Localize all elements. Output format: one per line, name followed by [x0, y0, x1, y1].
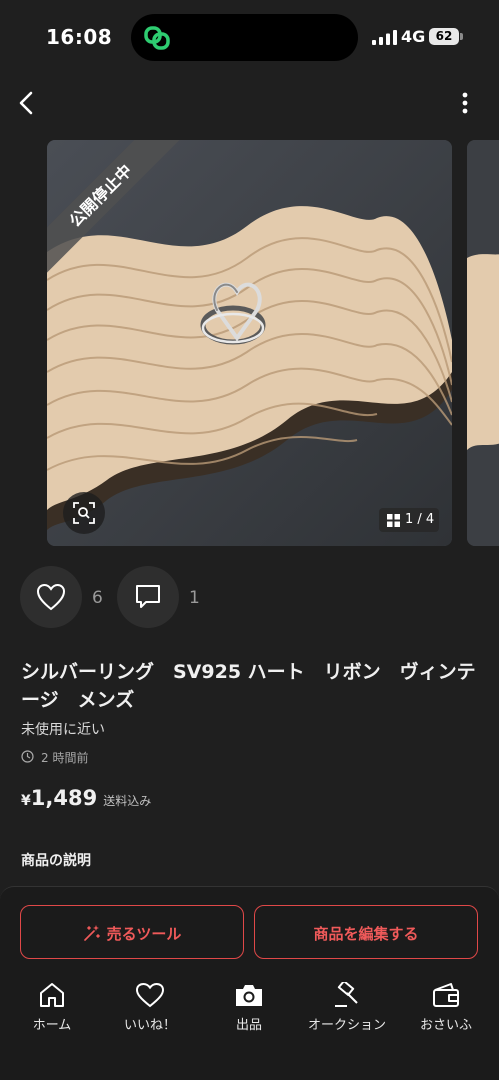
app-link-icon — [144, 26, 170, 50]
status-time: 16:08 — [46, 25, 113, 49]
image-search-button[interactable] — [63, 492, 105, 534]
tab-likes[interactable]: いいね！ — [105, 982, 195, 1033]
tab-wallet[interactable]: おさいふ — [401, 982, 491, 1033]
clock-icon — [21, 750, 34, 763]
signal-icon — [372, 30, 397, 45]
shipping-note: 送料込み — [103, 794, 152, 808]
sell-tools-button[interactable]: 売るツール — [20, 905, 244, 959]
currency-symbol: ¥ — [21, 793, 31, 809]
gavel-icon — [335, 982, 358, 1007]
edit-item-button[interactable]: 商品を編集する — [254, 905, 478, 959]
tab-list-item[interactable]: 出品 — [204, 982, 294, 1033]
battery-level: 62 — [429, 28, 459, 45]
comment-count: 1 — [189, 588, 200, 608]
product-photo[interactable]: 公開停止中 1 / 4 — [47, 140, 452, 546]
scan-search-icon — [73, 502, 95, 524]
home-icon — [40, 983, 64, 1007]
item-price: ¥1,489 送料込み — [21, 786, 151, 810]
next-photo-preview[interactable] — [467, 140, 499, 546]
wallet-icon — [433, 983, 459, 1007]
photo-counter: 1 / 4 — [379, 508, 439, 532]
grid-icon — [387, 514, 400, 527]
heart-icon — [135, 982, 165, 1008]
sparkle-wand-icon — [83, 925, 100, 941]
network-type: 4G — [401, 27, 426, 46]
back-button[interactable] — [12, 88, 42, 118]
description-heading: 商品の説明 — [21, 853, 91, 869]
comment-button[interactable] — [117, 566, 179, 628]
comment-icon — [136, 585, 160, 608]
price-amount: 1,489 — [30, 786, 98, 810]
item-condition: 未使用に近い — [21, 722, 105, 738]
dynamic-island — [131, 14, 358, 61]
tab-auction[interactable]: オークション — [302, 982, 392, 1033]
chevron-left-icon — [19, 91, 33, 115]
tab-home[interactable]: ホーム — [7, 982, 97, 1033]
like-button[interactable] — [20, 566, 82, 628]
item-title: シルバーリング SV925 ハート リボン ヴィンテージ メンズ — [21, 661, 476, 711]
heart-icon — [36, 583, 66, 611]
status-bar: 16:08 4G 62 — [0, 0, 499, 70]
more-menu-button[interactable] — [452, 88, 478, 118]
camera-icon — [236, 985, 262, 1006]
ring-photo-image — [467, 140, 499, 546]
battery-icon: 62 — [429, 28, 463, 45]
like-count: 6 — [92, 588, 103, 608]
